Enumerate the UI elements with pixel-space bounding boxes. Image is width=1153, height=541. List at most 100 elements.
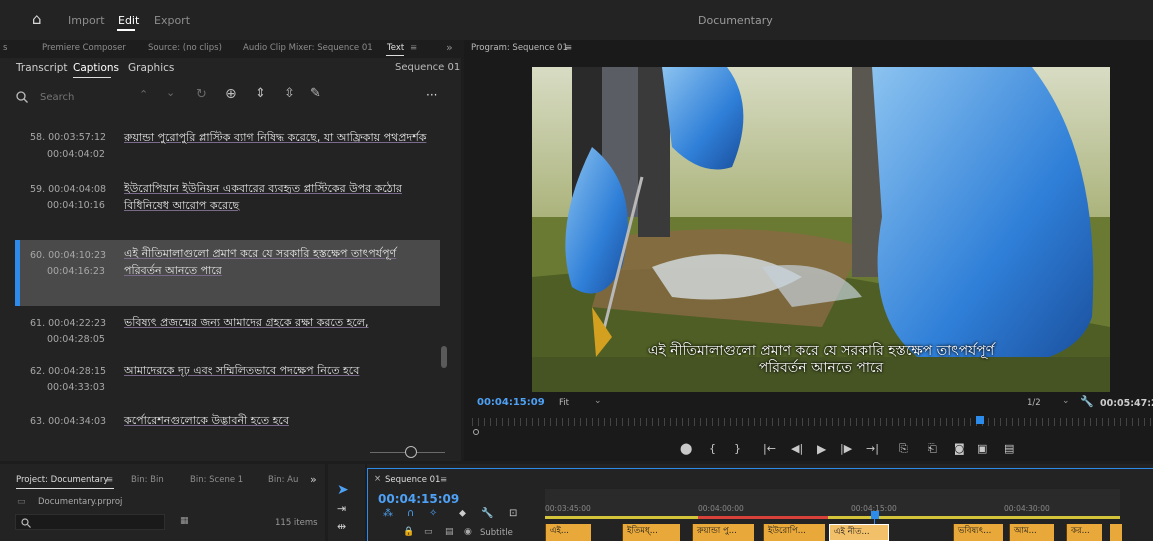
close-icon[interactable]: × xyxy=(374,474,381,484)
nest-icon[interactable]: ⁂ xyxy=(383,508,393,519)
replace-icon[interactable]: ↻ xyxy=(196,87,207,102)
subtitle-clip[interactable]: ইতিমধ্... xyxy=(622,524,680,541)
split-caption-icon[interactable]: ⇕ xyxy=(255,86,266,101)
panel-tab-source[interactable]: Source: (no clips) xyxy=(148,43,222,53)
caption-item[interactable]: 58. 00:03:57:12 00:04:04:02 রুয়ান্ডা পু… xyxy=(0,124,461,170)
resolution-chevron-icon[interactable]: ⌄ xyxy=(1062,396,1070,406)
subtitle-clip[interactable]: এই... xyxy=(545,524,591,541)
tab-captions[interactable]: Captions xyxy=(73,62,119,74)
add-caption-icon[interactable]: ⊕ xyxy=(225,86,237,102)
caption-text[interactable]: রুয়ান্ডা পুরোপুরি প্লাস্টিক ব্যাগ নিষিদ… xyxy=(124,129,442,146)
go-to-out-icon[interactable]: →| xyxy=(866,442,879,455)
caption-text[interactable]: এই নীতিমালাগুলো প্রমাণ করে যে সরকারি হস্… xyxy=(124,245,424,279)
extract-icon[interactable]: ⎗ xyxy=(928,442,937,456)
mark-in-icon[interactable]: { xyxy=(709,442,716,455)
panel-tab-text[interactable]: Text xyxy=(387,43,404,53)
insert-icon[interactable]: ▣ xyxy=(977,442,987,455)
tab-transcript[interactable]: Transcript xyxy=(16,62,68,74)
tab-graphics[interactable]: Graphics xyxy=(128,62,174,74)
chevron-up-icon[interactable]: ⌃ xyxy=(139,88,148,101)
pencil-icon[interactable]: ✎ xyxy=(310,86,321,101)
go-to-in-icon[interactable]: |← xyxy=(763,442,776,455)
step-back-icon[interactable]: ◀| xyxy=(791,442,803,455)
home-icon[interactable]: ⌂ xyxy=(32,10,42,28)
edit-tab[interactable]: Edit xyxy=(118,14,139,27)
camera-icon[interactable]: ◙ xyxy=(954,442,965,455)
panel-tab-cut[interactable]: s xyxy=(3,43,7,53)
overwrite-icon[interactable]: ▤ xyxy=(1004,442,1014,455)
caption-text[interactable]: আমাদেরকে দৃঢ় এবং সম্মিলিতভাবে পদক্ষেপ ন… xyxy=(124,362,442,379)
scrubber-start-handle[interactable] xyxy=(473,429,479,435)
timeline-timecode[interactable]: 00:04:15:09 xyxy=(378,492,459,506)
playhead-marker[interactable] xyxy=(976,416,984,424)
caption-item[interactable]: 62. 00:04:28:15 00:04:33:03 আমাদেরকে দৃঢ… xyxy=(0,360,461,400)
subtitle-clip[interactable]: ইউরোপি... xyxy=(763,524,825,541)
project-overflow-icon[interactable]: » xyxy=(310,473,317,486)
caption-item[interactable]: 59. 00:04:04:08 00:04:10:16 ইউরোপিয়ান ই… xyxy=(0,178,461,228)
timeline-menu-icon[interactable]: ≡ xyxy=(440,475,447,485)
program-tab[interactable]: Program: Sequence 01 xyxy=(471,43,568,53)
selection-tool-icon[interactable]: ➤ xyxy=(337,482,349,498)
program-menu-icon[interactable]: ≡ xyxy=(565,43,572,53)
search-input[interactable] xyxy=(40,89,120,105)
lock-track-icon[interactable]: 🔒 xyxy=(403,527,414,537)
caption-item[interactable]: 63. 00:04:34:03 কর্পোরেশনগুলোকে উদ্ভাবনী… xyxy=(0,410,461,432)
selected-caption-item[interactable]: 60. 00:04:10:23 00:04:16:23 এই নীতিমালাগ… xyxy=(15,240,440,306)
import-tab[interactable]: Import xyxy=(68,14,105,27)
wrench-icon[interactable]: 🔧 xyxy=(1080,395,1094,408)
resolution-dropdown[interactable]: 1/2 xyxy=(1027,398,1041,408)
chevron-down-icon[interactable]: ⌄ xyxy=(166,86,175,99)
subtitle-clip[interactable]: ভবিষ্যৎ... xyxy=(953,524,1003,541)
ruler-tick-4: 00:04:30:00 xyxy=(1004,504,1050,513)
caption-text[interactable]: কর্পোরেশনগুলোকে উদ্ভাবনী হতে হবে xyxy=(124,412,442,429)
caption-text[interactable]: ইউরোপিয়ান ইউনিয়ন একবারের ব্যবহৃত প্লাস… xyxy=(124,180,442,214)
project-menu-icon[interactable]: ≡ xyxy=(106,475,113,485)
panel-menu-icon[interactable]: ≡ xyxy=(410,43,417,53)
zoom-slider-handle[interactable] xyxy=(405,446,417,458)
timeline-wrench-icon[interactable]: 🔧 xyxy=(481,508,493,519)
more-options-icon[interactable]: ··· xyxy=(426,88,437,102)
timeline-playhead[interactable] xyxy=(871,511,879,519)
new-bin-icon[interactable]: ▦ xyxy=(180,516,189,526)
panel-tab-audio-mixer[interactable]: Audio Clip Mixer: Sequence 01 xyxy=(243,43,373,53)
ripple-edit-tool-icon[interactable]: ⇹ xyxy=(337,520,346,533)
add-marker-icon[interactable]: ⬥ xyxy=(459,508,466,519)
caption-scrollbar[interactable] xyxy=(441,346,447,368)
track-select-tool-icon[interactable]: ⇥ xyxy=(337,502,346,515)
export-tab[interactable]: Export xyxy=(154,14,190,27)
program-timecode[interactable]: 00:04:15:09 xyxy=(477,397,545,408)
panel-overflow-icon[interactable]: » xyxy=(446,41,453,54)
caption-item[interactable]: 61. 00:04:22:23 00:04:28:05 ভবিষ্যৎ প্রজ… xyxy=(0,312,461,352)
subtitle-clip-partial[interactable] xyxy=(1110,524,1122,541)
selected-subtitle-clip[interactable]: এই নীত... xyxy=(829,524,889,541)
subtitle-clip[interactable]: কর... xyxy=(1066,524,1102,541)
timeline-tab[interactable]: Sequence 01 xyxy=(385,475,440,485)
captions-icon[interactable]: ⊡ xyxy=(509,508,517,519)
sync-lock-icon[interactable]: ▭ xyxy=(424,527,433,537)
marker-icon[interactable]: ⬤ xyxy=(680,442,692,455)
mark-out-icon[interactable]: } xyxy=(734,442,741,455)
fit-dropdown-chevron-icon[interactable]: ⌄ xyxy=(594,396,602,406)
program-scrubber[interactable] xyxy=(472,418,1152,426)
play-icon[interactable]: ▶ xyxy=(817,442,826,456)
linked-selection-icon[interactable]: ✧ xyxy=(429,508,437,519)
caption-start: 59. 00:04:04:08 xyxy=(30,184,107,195)
project-tab[interactable]: Project: Documentary xyxy=(16,475,108,485)
video-frame: এই নীতিমালাগুলো প্রমাণ করে যে সরকারি হস্… xyxy=(532,67,1110,392)
caption-text[interactable]: ভবিষ্যৎ প্রজন্মের জন্য আমাদের গ্রহকে রক্… xyxy=(124,314,442,331)
merge-caption-icon[interactable]: ⇳ xyxy=(284,86,295,101)
bin-tab[interactable]: Bin: Bin xyxy=(131,475,164,485)
track-output-icon[interactable]: ▤ xyxy=(445,527,454,537)
eye-icon[interactable]: ◉ xyxy=(464,527,472,537)
step-forward-icon[interactable]: |▶ xyxy=(840,442,852,455)
subtitle-clip[interactable]: রুয়ান্ডা পু... xyxy=(692,524,754,541)
fit-dropdown[interactable]: Fit xyxy=(559,398,569,408)
bin-scene-tab[interactable]: Bin: Scene 1 xyxy=(190,475,243,485)
snap-icon[interactable]: ∩ xyxy=(407,508,414,519)
panel-tab-premiere-composer[interactable]: Premiere Composer xyxy=(42,43,126,53)
text-tab-underline xyxy=(386,55,404,56)
subtitle-clip[interactable]: আম... xyxy=(1009,524,1054,541)
project-search-input[interactable] xyxy=(15,514,165,530)
lift-icon[interactable]: ⎘ xyxy=(899,442,908,456)
bin-audio-tab[interactable]: Bin: Au xyxy=(268,475,298,485)
